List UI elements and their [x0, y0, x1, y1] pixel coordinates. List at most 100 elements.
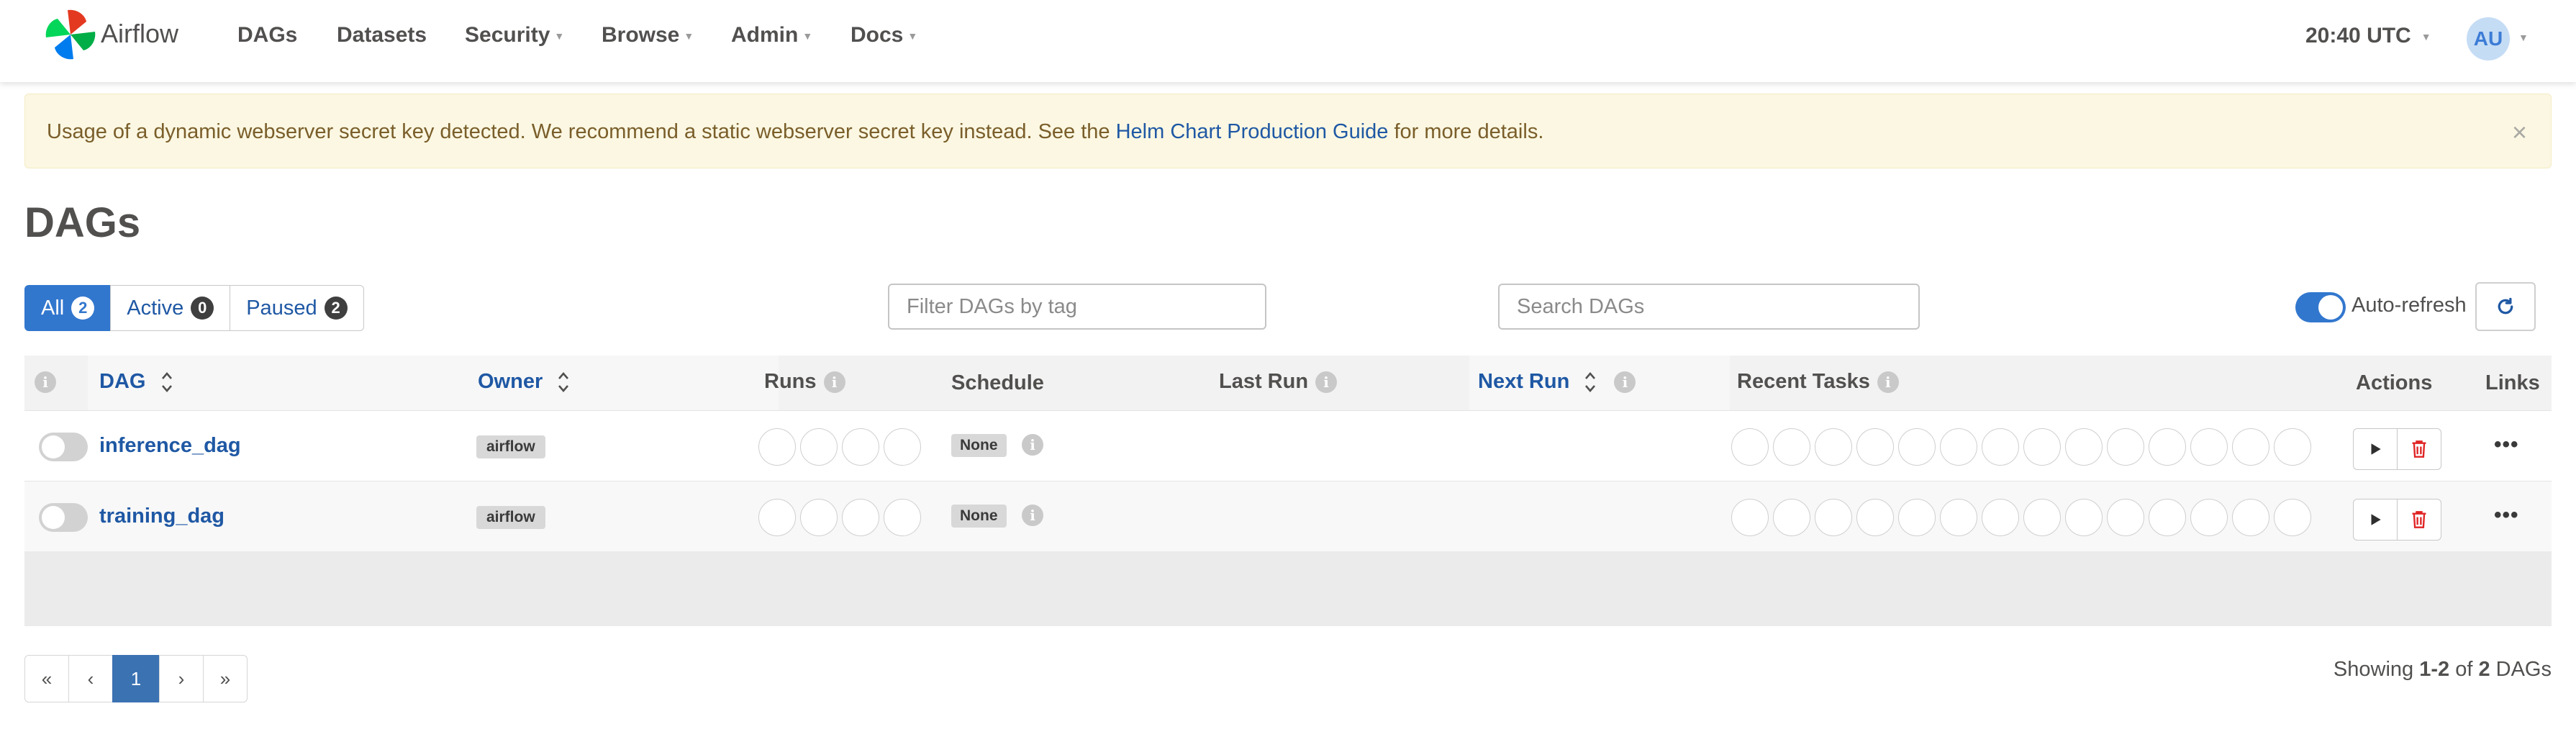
info-icon[interactable]: i	[1022, 505, 1043, 526]
run-state-circle[interactable]	[800, 428, 838, 466]
task-state-circle[interactable]	[1982, 499, 2019, 536]
task-state-circle[interactable]	[1773, 499, 1810, 536]
dag-link[interactable]: inference_dag	[99, 434, 241, 458]
task-state-circle[interactable]	[2065, 499, 2103, 536]
refresh-button[interactable]	[2475, 282, 2536, 331]
alert-message: Usage of a dynamic webserver secret key …	[47, 120, 1543, 144]
run-state-circle[interactable]	[884, 499, 921, 536]
task-state-circle[interactable]	[2232, 499, 2269, 536]
next-page-button[interactable]: ›	[159, 655, 204, 702]
task-state-circle[interactable]	[2190, 428, 2228, 466]
pause-toggle[interactable]	[39, 433, 88, 461]
utc-clock[interactable]: 20:40 UTC ▼	[2305, 24, 2431, 48]
task-state-circle[interactable]	[2107, 499, 2144, 536]
header-schedule: Schedule	[951, 371, 1044, 395]
task-state-circle[interactable]	[1731, 428, 1769, 466]
task-state-circle[interactable]	[2065, 428, 2103, 466]
current-page-button[interactable]: 1	[112, 655, 160, 702]
task-state-circle[interactable]	[1982, 428, 2019, 466]
task-state-circle[interactable]	[1856, 428, 1894, 466]
nav-admin[interactable]: Admin ▼	[731, 23, 812, 48]
sort-icon[interactable]	[1584, 370, 1597, 394]
dag-link[interactable]: training_dag	[99, 505, 225, 528]
secret-key-alert: Usage of a dynamic webserver secret key …	[24, 94, 2552, 168]
nav-browse-label: Browse	[602, 23, 680, 47]
task-state-circle[interactable]	[1731, 499, 1769, 536]
run-state-circle[interactable]	[842, 499, 879, 536]
run-state-circle[interactable]	[884, 428, 921, 466]
filter-paused-count: 2	[324, 297, 348, 320]
task-state-circle[interactable]	[1815, 499, 1852, 536]
header-info[interactable]: i	[27, 370, 56, 394]
task-state-circle[interactable]	[2274, 499, 2311, 536]
header-owner[interactable]: Owner	[478, 370, 570, 394]
tag-filter-input[interactable]	[888, 284, 1266, 330]
delete-dag-button[interactable]	[2397, 428, 2441, 470]
trigger-dag-button[interactable]	[2353, 499, 2398, 541]
info-icon[interactable]: i	[1022, 434, 1043, 456]
task-state-circle[interactable]	[1856, 499, 1894, 536]
user-avatar[interactable]: AU	[2467, 17, 2510, 60]
task-state-circle[interactable]	[2023, 499, 2061, 536]
task-state-circle[interactable]	[1940, 499, 1977, 536]
nav-browse[interactable]: Browse ▼	[602, 23, 694, 48]
action-group	[2353, 499, 2441, 541]
first-page-button[interactable]: «	[24, 655, 69, 702]
header-next-run[interactable]: Next Run i	[1478, 370, 1636, 394]
task-state-circle[interactable]	[2274, 428, 2311, 466]
task-state-circle[interactable]	[1773, 428, 1810, 466]
task-state-circle[interactable]	[1940, 428, 1977, 466]
auto-refresh-toggle[interactable]	[2295, 292, 2346, 322]
run-state-circle[interactable]	[842, 428, 879, 466]
last-page-button[interactable]: »	[203, 655, 248, 702]
filter-all-button[interactable]: All 2	[24, 285, 112, 331]
task-state-circle[interactable]	[1815, 428, 1852, 466]
sort-icon[interactable]	[160, 370, 173, 394]
nav-security-label: Security	[465, 23, 550, 47]
toggle-knob	[42, 506, 65, 529]
brand-name[interactable]: Airflow	[101, 19, 178, 49]
task-state-circle[interactable]	[2107, 428, 2144, 466]
nav-dags[interactable]: DAGs	[237, 23, 297, 48]
nav-docs[interactable]: Docs ▼	[851, 23, 917, 48]
info-icon[interactable]: i	[1877, 371, 1899, 394]
airflow-logo-icon[interactable]	[43, 7, 98, 62]
owner-tag[interactable]: airflow	[476, 506, 545, 529]
filter-active-button[interactable]: Active 0	[110, 285, 231, 331]
pause-toggle[interactable]	[39, 503, 88, 532]
filter-paused-button[interactable]: Paused 2	[230, 285, 364, 331]
info-icon[interactable]: i	[823, 371, 845, 394]
task-state-circle[interactable]	[2149, 428, 2186, 466]
ellipsis-icon[interactable]: •••	[2494, 503, 2519, 528]
info-icon[interactable]: i	[1315, 371, 1338, 394]
task-state-circle[interactable]	[1898, 428, 1936, 466]
trigger-dag-button[interactable]	[2353, 428, 2398, 470]
task-state-circle[interactable]	[2232, 428, 2269, 466]
task-state-circle[interactable]	[2190, 499, 2228, 536]
task-state-circle[interactable]	[2149, 499, 2186, 536]
alert-text-after: for more details.	[1388, 120, 1544, 143]
run-state-circle[interactable]	[758, 428, 796, 466]
owner-tag[interactable]: airflow	[476, 435, 545, 458]
task-state-circle[interactable]	[1898, 499, 1936, 536]
task-state-circle[interactable]	[2023, 428, 2061, 466]
run-state-circle[interactable]	[758, 499, 796, 536]
helm-guide-link[interactable]: Helm Chart Production Guide	[1116, 120, 1389, 143]
search-dags-input[interactable]	[1498, 284, 1920, 330]
info-icon[interactable]: i	[1614, 371, 1636, 394]
chevron-down-icon[interactable]: ▼	[2518, 32, 2529, 43]
ellipsis-icon[interactable]: •••	[2494, 433, 2519, 457]
delete-dag-button[interactable]	[2397, 499, 2441, 541]
run-state-circle[interactable]	[800, 499, 838, 536]
header-links-label: Links	[2485, 371, 2540, 394]
toggle-knob	[2318, 295, 2343, 320]
header-dag[interactable]: DAG	[99, 370, 173, 394]
info-icon[interactable]: i	[35, 371, 56, 394]
prev-page-button[interactable]: ‹	[68, 655, 113, 702]
sort-icon[interactable]	[557, 370, 570, 394]
nav-datasets[interactable]: Datasets	[337, 23, 427, 48]
nav-security[interactable]: Security ▼	[465, 23, 564, 48]
close-icon[interactable]: ×	[2512, 117, 2527, 148]
header-recent-tasks-label: Recent Tasks	[1737, 370, 1870, 393]
schedule-tag: None	[951, 434, 1007, 457]
